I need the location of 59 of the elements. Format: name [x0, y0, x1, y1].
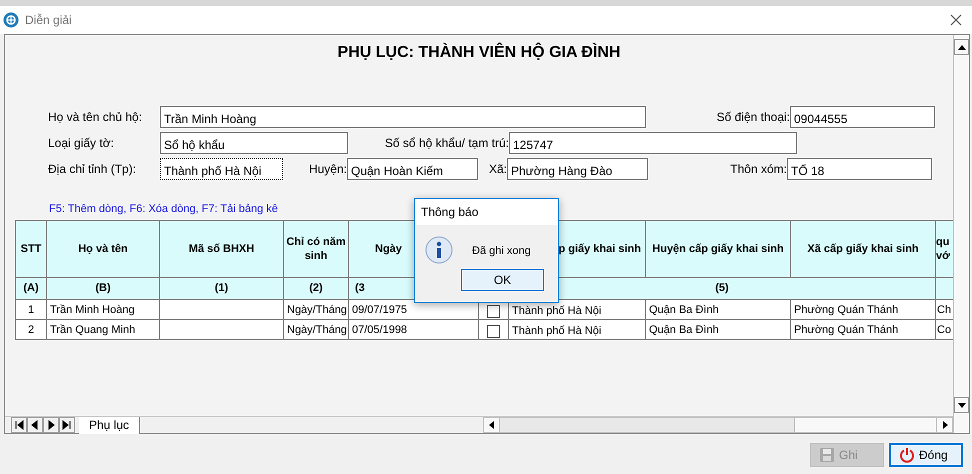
up-arrow-icon [958, 44, 966, 50]
column-header: Xã cấp giấy khai sinh [790, 220, 936, 278]
input-field[interactable]: Thành phố Hà Nội [160, 158, 283, 180]
window-title: Diễn giải [25, 12, 72, 29]
column-number: (B) [46, 278, 160, 300]
table-cell: 07/05/1998 [348, 320, 478, 340]
close-button[interactable]: Đóng [889, 443, 963, 467]
vertical-scrollbar[interactable] [953, 35, 969, 433]
table-cell: Trần Quang Minh [46, 320, 160, 340]
field-label: Số điện thoại: [716, 109, 790, 126]
field-label: Số sổ hộ khẩu/ tạm trú: [384, 135, 509, 152]
horizontal-scrollbar[interactable] [483, 417, 953, 433]
input-field[interactable]: Trần Minh Hoàng [160, 106, 646, 128]
column-number: (A) [16, 278, 46, 300]
input-field[interactable]: Sổ hộ khẩu [160, 132, 348, 154]
field-label: Địa chỉ tỉnh (Tp): [48, 161, 138, 178]
app-logo-icon [3, 12, 19, 28]
shortcut-hint: F5: Thêm dòng, F6: Xóa dòng, F7: Tải bảng kê [49, 202, 278, 216]
sheet-nav-button[interactable] [59, 417, 75, 433]
down-arrow-icon [958, 402, 966, 408]
sheet-heading: PHỤ LỤC: THÀNH VIÊN HỘ GIA ĐÌNH [336, 43, 622, 63]
column-number: (2) [284, 278, 348, 300]
column-header: Chỉ có năm sinh [284, 220, 348, 278]
dialog-title: Thông báo [415, 199, 558, 225]
close-icon[interactable] [950, 14, 962, 26]
column-number: (1) [160, 278, 284, 300]
column-header: STT [16, 220, 46, 278]
scroll-thumb[interactable] [500, 418, 795, 432]
input-field[interactable]: Quận Hoàn Kiếm [347, 158, 478, 180]
sheet-nav-button[interactable] [27, 417, 43, 433]
table-cell: Phường Quán Thánh [790, 320, 936, 340]
input-field[interactable]: TỔ 18 [787, 158, 932, 180]
skip-arrow-icon [62, 420, 72, 430]
skip-arrow-icon [14, 420, 24, 430]
field-label: Loại giấy tờ: [48, 135, 115, 152]
power-icon [899, 447, 915, 463]
sheet-nav-button[interactable] [43, 417, 59, 433]
column-header: Họ và tên [46, 220, 160, 278]
field-label: Xã: [488, 161, 507, 178]
table-cell: Thành phố Hà Nội [508, 320, 646, 340]
ok-button[interactable]: OK [461, 269, 544, 291]
table-cell: 2 [16, 320, 46, 340]
left-arrow-icon [488, 421, 494, 429]
sheet-tab[interactable]: Phụ lục [79, 416, 140, 434]
field-label: Thôn xóm: [729, 161, 787, 178]
field-label: Họ và tên chủ hộ: [48, 109, 144, 126]
input-field[interactable]: Phường Hàng Đào [507, 158, 648, 180]
input-field[interactable]: 09044555 [790, 106, 935, 128]
column-header: Huyện cấp giấy khai sinh [646, 220, 790, 278]
checkbox[interactable] [487, 305, 500, 318]
sheet-nav-button[interactable] [11, 417, 27, 433]
input-field[interactable]: 125747 [509, 132, 797, 154]
column-header: qu vớ [936, 220, 953, 278]
right-arrow-icon [942, 421, 948, 429]
checkbox[interactable] [487, 325, 500, 338]
table-cell: Quận Ba Đình [646, 320, 790, 340]
field-label: Huyện: [308, 161, 347, 178]
table-cell: Ngày/Tháng [284, 320, 348, 340]
column-header: Mã số BHXH [160, 220, 284, 278]
